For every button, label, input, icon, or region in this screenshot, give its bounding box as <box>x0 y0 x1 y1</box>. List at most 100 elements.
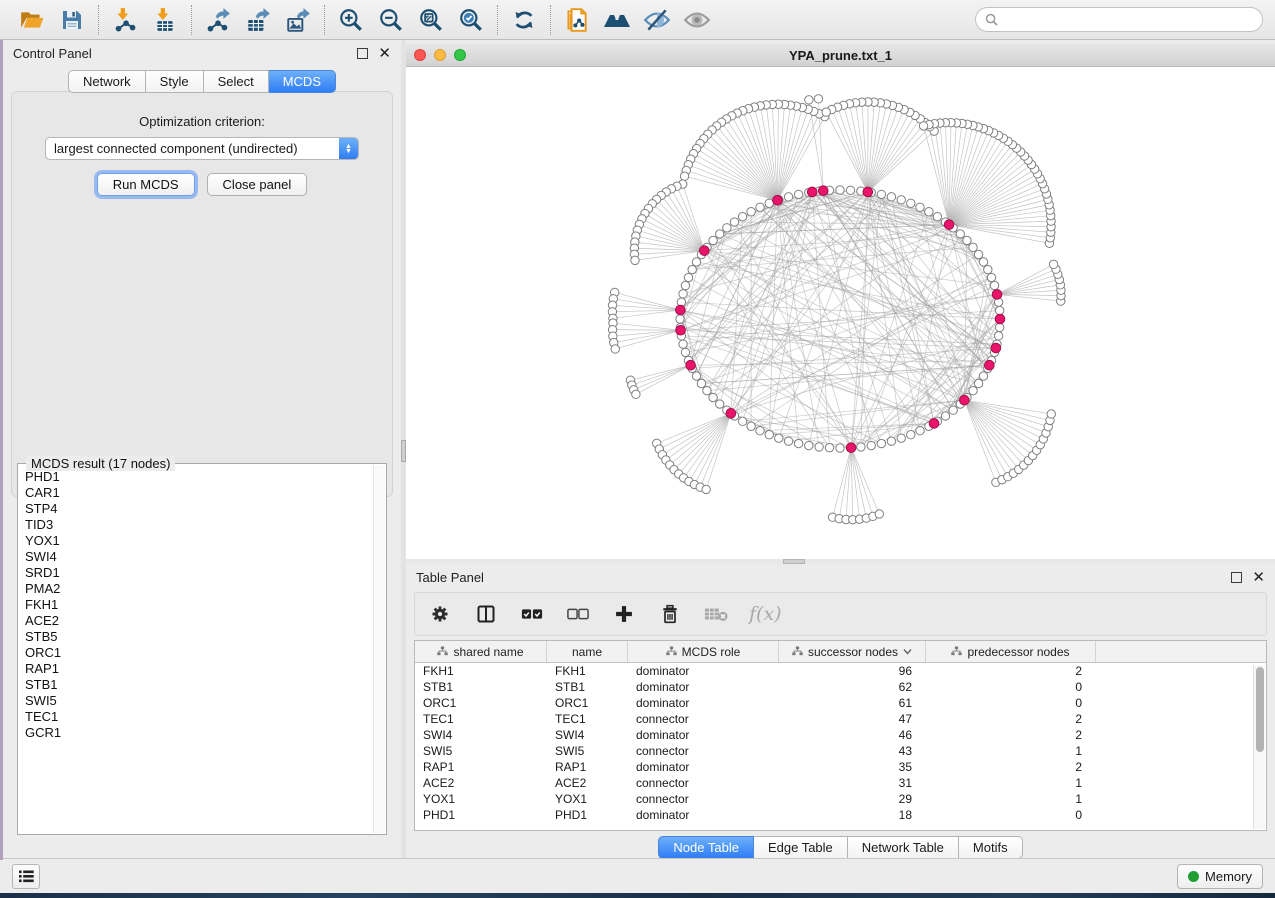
deselect-all-rows-icon[interactable] <box>565 601 591 627</box>
tab-style[interactable]: Style <box>146 70 204 93</box>
memory-button[interactable]: Memory <box>1177 864 1263 889</box>
show-all-icon[interactable] <box>677 3 717 37</box>
table-scrollbar[interactable] <box>1253 665 1265 829</box>
task-history-button[interactable] <box>12 864 40 889</box>
table-row[interactable]: SWI5SWI5connector431 <box>415 743 1266 759</box>
mcds-node-item[interactable]: ORC1 <box>25 645 373 661</box>
import-network-icon[interactable] <box>105 3 145 37</box>
cell-name: SWI4 <box>547 727 628 743</box>
mcds-list-scrollbar[interactable] <box>373 465 385 833</box>
cell-predecessor-nodes: 2 <box>926 759 1096 775</box>
close-panel-icon[interactable]: ✕ <box>1252 572 1265 583</box>
tab-motifs[interactable]: Motifs <box>959 836 1023 859</box>
desktop-edge <box>0 40 3 860</box>
zoom-selected-icon[interactable] <box>451 3 491 37</box>
table-row[interactable]: YOX1YOX1connector291 <box>415 791 1266 807</box>
app-window: Control Panel ✕ NetworkStyleSelectMCDS O… <box>0 0 1275 893</box>
cell-MCDS-role: dominator <box>628 663 779 679</box>
add-column-icon[interactable] <box>611 601 637 627</box>
mcds-node-item[interactable]: STP4 <box>25 501 373 517</box>
table-row[interactable]: STB1STB1dominator620 <box>415 679 1266 695</box>
mcds-node-item[interactable]: PMA2 <box>25 581 373 597</box>
refresh-icon[interactable] <box>504 3 544 37</box>
cell-predecessor-nodes: 2 <box>926 727 1096 743</box>
column-header-successor-nodes[interactable]: successor nodes <box>779 641 926 662</box>
table-settings-gear-icon[interactable] <box>427 601 453 627</box>
zoom-fit-icon[interactable] <box>411 3 451 37</box>
tab-node-table[interactable]: Node Table <box>658 836 754 859</box>
mcds-node-item[interactable]: STB5 <box>25 629 373 645</box>
column-header-MCDS-role[interactable]: MCDS role <box>628 641 779 662</box>
mcds-node-item[interactable]: SWI4 <box>25 549 373 565</box>
column-header-name[interactable]: name <box>547 641 628 662</box>
export-network-icon[interactable] <box>198 3 238 37</box>
tab-edge-table[interactable]: Edge Table <box>754 836 848 859</box>
cell-name: ORC1 <box>547 695 628 711</box>
toolbar-separator <box>550 5 551 35</box>
open-file-icon[interactable] <box>12 3 52 37</box>
zoom-out-icon[interactable] <box>371 3 411 37</box>
mcds-node-item[interactable]: YOX1 <box>25 533 373 549</box>
tab-network-table[interactable]: Network Table <box>848 836 959 859</box>
mcds-node-item[interactable]: CAR1 <box>25 485 373 501</box>
mcds-node-item[interactable]: ACE2 <box>25 613 373 629</box>
mcds-node-item[interactable]: SRD1 <box>25 565 373 581</box>
status-bar: Memory <box>0 858 1275 893</box>
close-panel-icon[interactable]: ✕ <box>378 48 391 59</box>
mcds-node-item[interactable]: RAP1 <box>25 661 373 677</box>
select-all-rows-icon[interactable] <box>519 601 545 627</box>
hide-selected-icon[interactable] <box>637 3 677 37</box>
cell-name: ACE2 <box>547 775 628 791</box>
run-mcds-button[interactable]: Run MCDS <box>97 173 195 196</box>
float-panel-icon[interactable] <box>357 48 368 59</box>
search-input[interactable] <box>1003 13 1253 27</box>
float-panel-icon[interactable] <box>1231 572 1242 583</box>
memory-label: Memory <box>1205 869 1252 884</box>
network-canvas[interactable] <box>406 67 1275 559</box>
delete-column-icon[interactable] <box>657 601 683 627</box>
scrollbar-thumb[interactable] <box>1256 667 1264 752</box>
cell-MCDS-role: dominator <box>628 679 779 695</box>
show-column-panel-icon[interactable] <box>473 601 499 627</box>
table-body: FKH1FKH1dominator962STB1STB1dominator620… <box>415 663 1266 823</box>
table-row[interactable]: PHD1PHD1dominator180 <box>415 807 1266 823</box>
tab-select[interactable]: Select <box>204 70 269 93</box>
zoom-in-icon[interactable] <box>331 3 371 37</box>
mcds-node-item[interactable]: STB1 <box>25 677 373 693</box>
mcds-node-item[interactable]: TEC1 <box>25 709 373 725</box>
tab-network[interactable]: Network <box>68 70 146 93</box>
table-row[interactable]: TEC1TEC1connector472 <box>415 711 1266 727</box>
search-field[interactable] <box>975 7 1263 32</box>
close-panel-button[interactable]: Close panel <box>207 173 308 196</box>
table-panel-title: Table Panel <box>416 570 484 585</box>
table-row[interactable]: RAP1RAP1dominator352 <box>415 759 1266 775</box>
cell-predecessor-nodes: 1 <box>926 743 1096 759</box>
table-row[interactable]: ORC1ORC1dominator610 <box>415 695 1266 711</box>
delete-table-icon[interactable] <box>703 601 729 627</box>
save-session-icon[interactable] <box>52 3 92 37</box>
import-table-icon[interactable] <box>145 3 185 37</box>
tab-mcds[interactable]: MCDS <box>269 70 336 93</box>
mcds-node-item[interactable]: GCR1 <box>25 725 373 741</box>
cell-MCDS-role: dominator <box>628 727 779 743</box>
mcds-node-item[interactable]: FKH1 <box>25 597 373 613</box>
mcds-node-item[interactable]: SWI5 <box>25 693 373 709</box>
export-image-icon[interactable] <box>278 3 318 37</box>
network-window-titlebar[interactable]: YPA_prune.txt_1 <box>406 44 1275 67</box>
mcds-node-item[interactable]: TID3 <box>25 517 373 533</box>
criterion-dropdown[interactable]: largest connected component (undirected)… <box>45 137 359 160</box>
function-builder-icon[interactable]: f(x) <box>749 603 782 625</box>
cell-name: YOX1 <box>547 791 628 807</box>
column-header-predecessor-nodes[interactable]: predecessor nodes <box>926 641 1096 662</box>
mcds-result-list[interactable]: PHD1CAR1STP4TID3YOX1SWI4SRD1PMA2FKH1ACE2… <box>19 465 373 833</box>
new-network-from-selection-icon[interactable] <box>557 3 597 37</box>
find-icon[interactable] <box>597 3 637 37</box>
table-row[interactable]: ACE2ACE2connector311 <box>415 775 1266 791</box>
export-table-icon[interactable] <box>238 3 278 37</box>
column-header-shared-name[interactable]: shared name <box>415 641 547 662</box>
table-row[interactable]: FKH1FKH1dominator962 <box>415 663 1266 679</box>
mcds-node-item[interactable]: PHD1 <box>25 469 373 485</box>
table-row[interactable]: SWI4SWI4dominator462 <box>415 727 1266 743</box>
node-table[interactable]: shared namenameMCDS rolesuccessor nodesp… <box>414 640 1267 831</box>
table-toolbar: f(x) <box>414 592 1267 636</box>
